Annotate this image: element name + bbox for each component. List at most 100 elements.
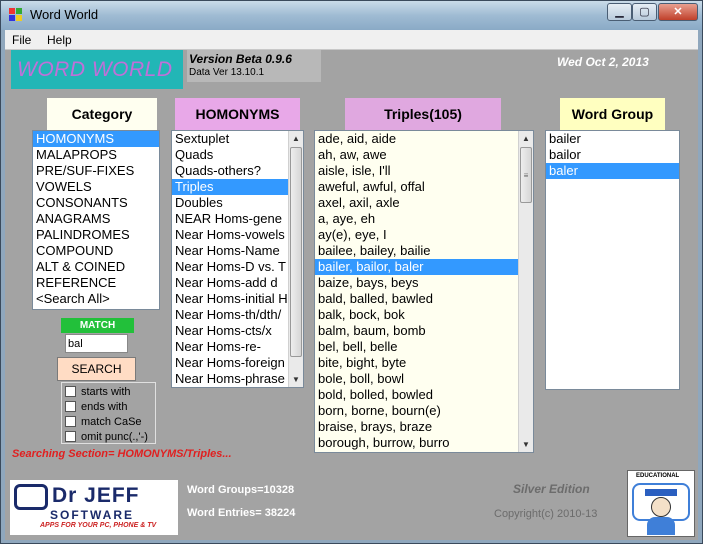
triples-list[interactable]: ade, aid, aide ah, aw, awe aisle, isle, I'… (314, 130, 534, 453)
subcategory-item[interactable]: Quads (172, 147, 288, 163)
option-starts-with[interactable]: starts with (65, 386, 131, 401)
category-item[interactable]: COMPOUND (33, 243, 159, 259)
subcategory-scrollbar[interactable]: ▲ ▼ (288, 131, 303, 387)
category-header: Category (47, 98, 157, 130)
option-match-case[interactable]: match CaSe (65, 416, 142, 431)
subcategory-item[interactable]: Near Homs-cts/x (172, 323, 288, 339)
brand-logo: Dr JEFF SOFTWARE APPS FOR YOUR PC, PHONE… (10, 480, 178, 535)
checkbox-icon[interactable] (65, 416, 76, 427)
word-group-list[interactable]: bailer bailor baler (545, 130, 680, 390)
person-body-icon (647, 517, 675, 535)
minimize-button[interactable]: ▁ (607, 3, 632, 21)
subcategory-item[interactable]: Quads-others? (172, 163, 288, 179)
triple-item[interactable]: a, aye, eh (315, 211, 518, 227)
triple-item[interactable]: born, borne, bourn(e) (315, 403, 518, 419)
category-item[interactable]: CONSONANTS (33, 195, 159, 211)
subcategory-item[interactable]: Doubles (172, 195, 288, 211)
triple-item[interactable]: aisle, isle, I'll (315, 163, 518, 179)
category-list[interactable]: HOMONYMS MALAPROPS PRE/SUF-FIXES VOWELS CONS… (32, 130, 160, 310)
subcategory-item[interactable]: Near Homs-re- (172, 339, 288, 355)
subcategory-item[interactable]: Near Homs-Name (172, 243, 288, 259)
main-panel: WORD WORLD Version Beta 0.9.6 Data Ver 1… (5, 50, 698, 540)
subcategory-item[interactable]: Triples (172, 179, 288, 195)
triple-item[interactable]: baize, bays, beys (315, 275, 518, 291)
subcategory-list[interactable]: Sextuplet Quads Quads-others? Triples Double… (171, 130, 304, 388)
triples-scrollbar[interactable]: ▲ ≡ ▼ (518, 131, 533, 452)
search-button[interactable]: SEARCH (57, 357, 136, 381)
category-item[interactable]: PRE/SUF-FIXES (33, 163, 159, 179)
scroll-thumb[interactable]: ≡ (520, 147, 532, 203)
search-input[interactable] (65, 334, 128, 353)
homonyms-header: HOMONYMS (175, 98, 300, 130)
word-group-item[interactable]: bailor (546, 147, 679, 163)
app-icon (9, 8, 23, 22)
category-item[interactable]: REFERENCE (33, 275, 159, 291)
search-options: starts with ends with match CaSe omit pu… (61, 382, 156, 444)
triple-item[interactable]: bailer, bailor, baler (315, 259, 518, 275)
scroll-down-arrow-icon[interactable]: ▼ (289, 372, 303, 387)
category-item[interactable]: ALT & COINED (33, 259, 159, 275)
title-bar[interactable]: Word World ▁ ▢ ✕ (1, 1, 702, 30)
triple-item[interactable]: axel, axil, axle (315, 195, 518, 211)
scroll-up-arrow-icon[interactable]: ▲ (289, 131, 303, 146)
triple-item[interactable]: aweful, awful, offal (315, 179, 518, 195)
triple-item[interactable]: ade, aid, aide (315, 131, 518, 147)
edition-label: Silver Edition (513, 482, 590, 496)
close-button[interactable]: ✕ (658, 3, 698, 21)
word-group-header: Word Group (560, 98, 665, 130)
triple-item[interactable]: balm, baum, bomb (315, 323, 518, 339)
scroll-thumb[interactable] (290, 147, 302, 357)
category-item[interactable]: HOMONYMS (33, 131, 159, 147)
triple-item[interactable]: bailee, bailey, bailie (315, 243, 518, 259)
subcategory-item[interactable]: Near Homs-D vs. T (172, 259, 288, 275)
triple-item[interactable]: bole, boll, bowl (315, 371, 518, 387)
triple-item[interactable]: bel, bell, belle (315, 339, 518, 355)
app-logo: WORD WORLD (11, 50, 183, 89)
menu-bar: File Help (5, 30, 698, 50)
educational-badge: EDUCATIONAL (627, 470, 695, 537)
subcategory-item[interactable]: Sextuplet (172, 131, 288, 147)
subcategory-item[interactable]: Near Homs-phrase (172, 371, 288, 387)
category-item[interactable]: <Search All> (33, 291, 159, 307)
triple-item[interactable]: ay(e), eye, I (315, 227, 518, 243)
triple-item[interactable]: bald, balled, bawled (315, 291, 518, 307)
menu-help[interactable]: Help (47, 33, 72, 47)
subcategory-item[interactable]: NEAR Homs-gene (172, 211, 288, 227)
option-omit-punc[interactable]: omit punc(.,'-) (65, 431, 148, 446)
status-text: Searching Section= HOMONYMS/Triples... (12, 448, 232, 460)
maximize-button[interactable]: ▢ (632, 3, 657, 21)
subcategory-item[interactable]: Near Homs-vowels (172, 227, 288, 243)
checkbox-icon[interactable] (65, 401, 76, 412)
version-label: Version Beta 0.9.6 (189, 52, 292, 66)
subcategory-item[interactable]: Near Homs-initial H (172, 291, 288, 307)
triple-item[interactable]: braise, brays, braze (315, 419, 518, 435)
logo-text: WORD WORLD (17, 58, 173, 81)
menu-file[interactable]: File (12, 33, 31, 47)
subcategory-item[interactable]: Near Homs-th/dth/ (172, 307, 288, 323)
triple-item[interactable]: bold, bolled, bowled (315, 387, 518, 403)
triple-item[interactable]: ah, aw, awe (315, 147, 518, 163)
word-entries-count: Word Entries= 38224 (187, 507, 296, 519)
word-group-item[interactable]: baler (546, 163, 679, 179)
triple-item[interactable]: borough, burrow, burro (315, 435, 518, 451)
checkbox-icon[interactable] (65, 386, 76, 397)
category-item[interactable]: ANAGRAMS (33, 211, 159, 227)
word-group-item[interactable]: bailer (546, 131, 679, 147)
person-icon (651, 497, 671, 517)
triple-item[interactable]: balk, bock, bok (315, 307, 518, 323)
graduation-cap-icon (645, 489, 677, 496)
category-item[interactable]: PALINDROMES (33, 227, 159, 243)
triple-item[interactable]: bite, bight, byte (315, 355, 518, 371)
checkbox-icon[interactable] (65, 431, 76, 442)
scroll-up-arrow-icon[interactable]: ▲ (519, 131, 533, 146)
educational-label: EDUCATIONAL (636, 473, 680, 479)
subcategory-item[interactable]: Near Homs-foreign (172, 355, 288, 371)
option-ends-with[interactable]: ends with (65, 401, 127, 416)
copyright-label: Copyright(c) 2010-13 (494, 508, 598, 520)
scroll-down-arrow-icon[interactable]: ▼ (519, 437, 533, 452)
date-label: Wed Oct 2, 2013 (557, 55, 649, 69)
subcategory-item[interactable]: Near Homs-add d (172, 275, 288, 291)
app-window: Word World ▁ ▢ ✕ File Help WORD WORLD Ve… (0, 0, 703, 544)
category-item[interactable]: VOWELS (33, 179, 159, 195)
category-item[interactable]: MALAPROPS (33, 147, 159, 163)
